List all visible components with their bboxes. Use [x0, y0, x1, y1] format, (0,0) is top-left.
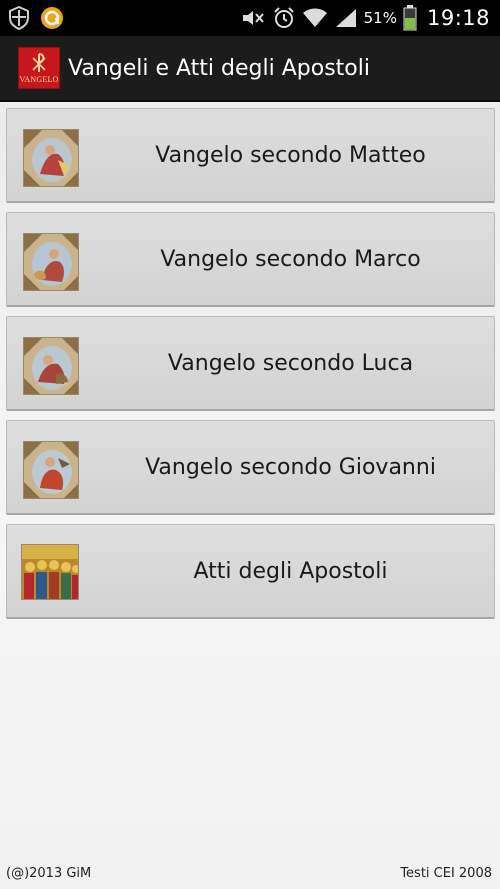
battery-percent: 51% — [363, 9, 397, 27]
signal-icon — [334, 7, 358, 29]
copyright-text: (@)2013 GiM — [6, 866, 92, 881]
clock: 19:18 — [426, 6, 490, 30]
book-label: Vangelo secondo Giovanni — [145, 455, 436, 480]
mute-icon — [240, 8, 266, 28]
luke-fresco-thumbnail — [23, 337, 79, 395]
lastfm-icon — [40, 6, 64, 30]
wifi-icon — [302, 7, 328, 29]
book-label: Vangelo secondo Marco — [160, 247, 421, 272]
action-bar: VANGELO Vangeli e Atti degli Apostoli — [0, 36, 500, 102]
chi-rho-icon — [32, 53, 46, 72]
book-item-luca[interactable]: Vangelo secondo Luca — [6, 316, 495, 411]
mark-fresco-thumbnail — [23, 233, 79, 291]
app-logo: VANGELO — [18, 47, 60, 89]
matthew-fresco-thumbnail — [23, 129, 79, 187]
battery-icon — [403, 5, 417, 31]
book-item-matteo[interactable]: Vangelo secondo Matteo — [6, 108, 495, 203]
book-item-atti[interactable]: Atti degli Apostoli — [6, 524, 495, 619]
app-title: Vangeli e Atti degli Apostoli — [68, 55, 370, 81]
source-credit-text: Testi CEI 2008 — [400, 866, 492, 881]
book-label: Vangelo secondo Matteo — [155, 143, 426, 168]
apostles-painting-thumbnail — [21, 544, 79, 600]
book-label: Vangelo secondo Luca — [167, 351, 414, 376]
john-fresco-thumbnail — [23, 441, 79, 499]
book-item-giovanni[interactable]: Vangelo secondo Giovanni — [6, 420, 495, 515]
book-label: Atti degli Apostoli — [193, 559, 388, 584]
status-bar: 51% 19:18 — [0, 0, 500, 36]
book-item-marco[interactable]: Vangelo secondo Marco — [6, 212, 495, 307]
shield-icon — [8, 6, 30, 30]
alarm-icon — [272, 6, 296, 30]
logo-text: VANGELO — [19, 75, 59, 84]
